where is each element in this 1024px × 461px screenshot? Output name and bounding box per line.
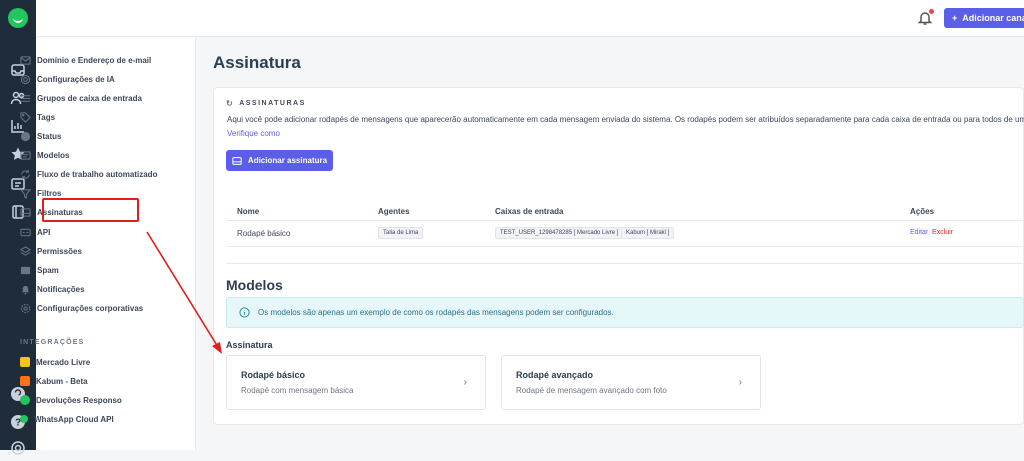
signature-icon xyxy=(232,156,242,166)
table-row-divider xyxy=(226,246,1024,247)
info-banner: Os modelos são apenas um exemplo de como… xyxy=(226,297,1024,328)
app-logo[interactable] xyxy=(8,8,28,28)
table-header-divider xyxy=(226,220,1024,221)
template-card-basic[interactable]: Rodapé básico Rodapé com mensagem básica… xyxy=(226,355,486,410)
ai-icon xyxy=(20,74,31,85)
sidebar-item-workflow[interactable]: Fluxo de trabalho automatizado xyxy=(20,166,157,182)
models-title: Modelos xyxy=(226,277,283,293)
list-icon xyxy=(20,93,31,104)
sidebar-item-label: Configurações de IA xyxy=(37,74,115,84)
integrations-title: INTEGRAÇÕES xyxy=(20,339,85,346)
sidebar-item-label: Configurações corporativas xyxy=(37,303,144,313)
integration-label: Mercado Livre xyxy=(36,357,91,367)
sidebar-item-spam[interactable]: Spam xyxy=(20,262,59,278)
mercado-livre-logo-icon xyxy=(20,357,30,367)
whatsapp-logo-icon xyxy=(20,415,28,423)
top-bar: + Adicionar canal xyxy=(36,0,1024,37)
sidebar-item-label: Grupos de caixa de entrada xyxy=(37,93,142,103)
add-signature-button[interactable]: Adicionar assinatura xyxy=(226,150,333,171)
gear-icon xyxy=(20,303,31,314)
sidebar-item-label: Spam xyxy=(37,265,59,275)
sidebar-item-tags[interactable]: Tags xyxy=(20,109,55,125)
plus-icon: + xyxy=(952,13,958,23)
settings-icon[interactable] xyxy=(10,440,26,456)
inbox-chip: TEST_USER_1298478285 [ Mercado Livre ] xyxy=(495,227,624,239)
sidebar-item-inbox-groups[interactable]: Grupos de caixa de entrada xyxy=(20,90,142,106)
sidebar-item-notifications[interactable]: Notificações xyxy=(20,281,85,297)
add-channel-label: Adicionar canal xyxy=(962,13,1024,23)
verify-link[interactable]: Verifique como xyxy=(227,129,280,138)
section-label: ASSINATURAS xyxy=(239,100,306,107)
integration-devolucoes[interactable]: Devoluções Responso xyxy=(20,392,122,408)
status-icon xyxy=(20,131,31,142)
sidebar-item-label: Notificações xyxy=(37,284,85,294)
sidebar-item-corporate-settings[interactable]: Configurações corporativas xyxy=(20,300,143,316)
integration-label: Kabum - Beta xyxy=(36,376,88,386)
inbox-chip: Kabum [ Mirakl ] xyxy=(621,227,675,239)
template-card-advanced[interactable]: Rodapé avançado Rodapé de mensagem avanç… xyxy=(501,355,761,410)
sidebar-item-label: Fluxo de trabalho automatizado xyxy=(37,169,158,179)
section-divider xyxy=(226,263,1024,264)
section-header: ↻ ASSINATURAS xyxy=(226,99,306,108)
sidebar-item-api[interactable]: API xyxy=(20,224,50,240)
sidebar-item-label: Domínio e Endereço de e-mail xyxy=(37,55,152,65)
column-header-inboxes: Caixas de entrada xyxy=(495,207,564,216)
sidebar-item-ai-settings[interactable]: Configurações de IA xyxy=(20,71,115,87)
responso-logo-icon xyxy=(20,395,30,405)
mail-icon xyxy=(20,55,31,66)
notifications-bell-icon[interactable] xyxy=(917,9,934,26)
delete-link[interactable]: Excluir xyxy=(932,229,953,236)
workflow-icon xyxy=(20,169,31,180)
template-subtitle: Rodapé com mensagem básica xyxy=(241,386,354,395)
kabum-logo-icon xyxy=(20,376,30,386)
sidebar-item-label: Tags xyxy=(37,112,56,122)
column-header-name: Nome xyxy=(237,207,260,216)
sidebar-item-label: Status xyxy=(37,131,62,141)
page-title: Assinatura xyxy=(213,53,301,72)
sidebar-item-status[interactable]: Status xyxy=(20,128,61,144)
add-signature-label: Adicionar assinatura xyxy=(247,156,328,165)
section-description: Aqui você pode adicionar rodapés de mens… xyxy=(227,115,1024,124)
permissions-icon xyxy=(20,245,31,257)
filter-icon xyxy=(20,188,31,199)
sidebar-item-label: API xyxy=(37,227,51,237)
edit-link[interactable]: Editar xyxy=(910,229,928,236)
template-icon xyxy=(20,150,31,161)
annotation-highlight-box xyxy=(42,198,139,222)
api-icon xyxy=(20,227,31,238)
template-subtitle: Rodapé de mensagem avançado com foto xyxy=(516,386,667,395)
integration-kabum[interactable]: Kabum - Beta xyxy=(20,373,88,389)
column-header-actions: Ações xyxy=(910,207,935,216)
info-icon xyxy=(239,307,250,318)
row-name: Rodapé básico xyxy=(237,229,291,238)
integration-whatsapp[interactable]: WhatsApp Cloud API xyxy=(20,411,114,427)
integration-label: WhatsApp Cloud API xyxy=(34,414,114,424)
sidebar-item-label: Modelos xyxy=(37,150,70,160)
column-header-agents: Agentes xyxy=(378,207,410,216)
tag-icon xyxy=(20,111,31,123)
integration-label: Devoluções Responso xyxy=(36,395,122,405)
sidebar-item-domain[interactable]: Domínio e Endereço de e-mail xyxy=(20,52,151,68)
add-channel-button[interactable]: + Adicionar canal xyxy=(944,8,1024,28)
integration-mercado-livre[interactable]: Mercado Livre xyxy=(20,354,90,370)
info-text: Os modelos são apenas um exemplo de como… xyxy=(258,308,614,317)
template-title: Rodapé avançado xyxy=(516,370,594,380)
chevron-right-icon: › xyxy=(738,377,742,388)
sidebar-item-permissions[interactable]: Permissões xyxy=(20,243,82,259)
template-title: Rodapé básico xyxy=(241,370,306,380)
sidebar-item-models[interactable]: Modelos xyxy=(20,147,69,163)
sidebar-item-label: Filtros xyxy=(37,188,62,198)
signature-subheading: Assinatura xyxy=(226,340,273,350)
agent-chip: Talia de Lima xyxy=(378,227,424,239)
refresh-icon: ↻ xyxy=(226,99,235,108)
sidebar-item-label: Permissões xyxy=(37,246,82,256)
notification-dot xyxy=(929,9,934,14)
spam-icon xyxy=(20,265,31,276)
signature-icon xyxy=(20,207,31,218)
bell-icon xyxy=(20,284,31,295)
chevron-right-icon: › xyxy=(463,377,467,388)
